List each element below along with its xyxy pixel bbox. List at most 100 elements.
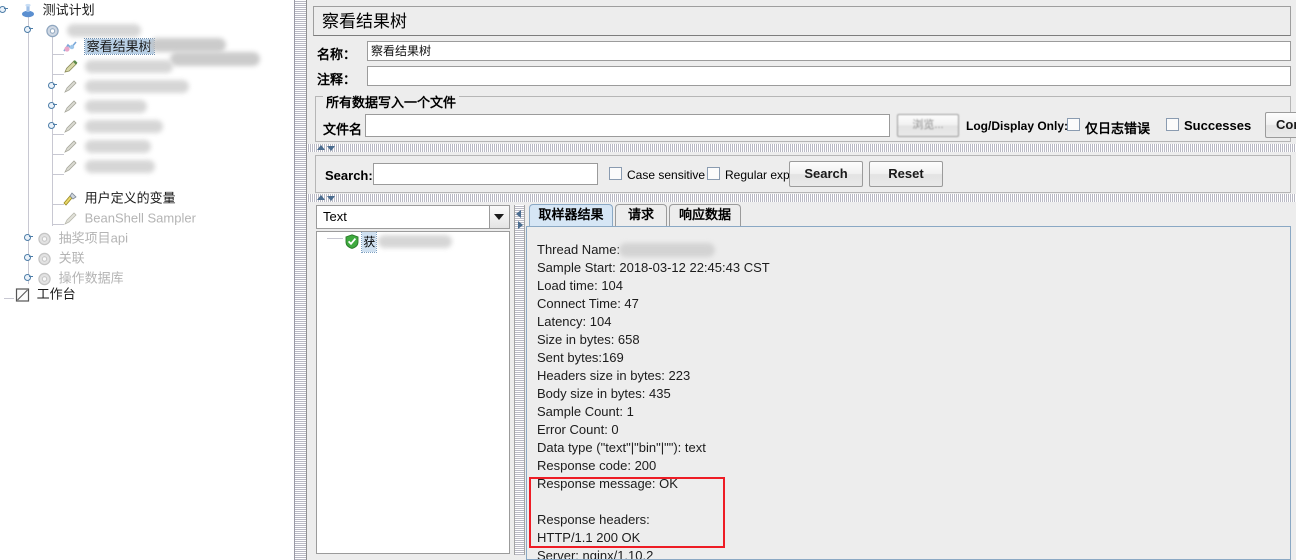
page-title: 察看结果树 bbox=[313, 6, 1291, 36]
splitter-arrows[interactable] bbox=[317, 144, 339, 152]
comment-input[interactable] bbox=[367, 66, 1291, 86]
tree-node-label: BeanShell Sampler bbox=[84, 210, 196, 226]
workbench-icon bbox=[14, 287, 31, 303]
view-results-tree-panel: 察看结果树 名称： 察看结果树 注释： 所有数据写入一个文件 文件名 浏览...… bbox=[306, 0, 1296, 560]
tree-node-blurred-3[interactable] bbox=[62, 96, 147, 116]
detail-line-connect-time: Connect Time: 47 bbox=[537, 296, 639, 311]
case-sensitive-checkbox[interactable] bbox=[609, 167, 622, 180]
collapse-down-arrow[interactable] bbox=[327, 196, 335, 201]
thread-name-value-blurred bbox=[619, 243, 715, 257]
tree-node-test-plan[interactable]: 测试计划 bbox=[20, 0, 95, 20]
tree-node-label: 用户定义的变量 bbox=[84, 190, 176, 206]
results-tree-list[interactable]: 获 bbox=[316, 231, 510, 554]
tree-node-blurred-5[interactable] bbox=[62, 136, 151, 156]
collapse-right-arrow[interactable] bbox=[518, 221, 523, 229]
browse-button[interactable]: 浏览... bbox=[897, 114, 959, 137]
collapse-down-arrow[interactable] bbox=[327, 146, 335, 151]
tree-node-blurred-1[interactable] bbox=[62, 56, 173, 76]
sampler-icon bbox=[62, 159, 79, 175]
comment-label: 注释： bbox=[317, 72, 357, 87]
reset-button[interactable]: Reset bbox=[869, 161, 943, 187]
collapse-up-arrow[interactable] bbox=[317, 145, 325, 150]
detail-line-response-headers: Response headers: bbox=[537, 512, 650, 527]
search-label: Search: bbox=[325, 168, 373, 183]
sampler-icon bbox=[62, 139, 79, 155]
configure-button[interactable]: Confi bbox=[1265, 112, 1296, 138]
tree-expand-handle-1[interactable] bbox=[46, 80, 57, 89]
case-sensitive-label: Case sensitive bbox=[627, 168, 706, 182]
tree-node-lottery-api[interactable]: 抽奖项目api bbox=[36, 228, 128, 248]
detail-line-error-count: Error Count: 0 bbox=[537, 422, 619, 437]
tree-node-correlation[interactable]: 关联 bbox=[36, 248, 85, 268]
tree-node-label: 关联 bbox=[58, 250, 85, 266]
detail-line-latency: Latency: 104 bbox=[537, 314, 612, 329]
sampler-icon bbox=[62, 79, 79, 95]
detail-line-thread-name: Thread Name: bbox=[537, 242, 621, 257]
tree-node-blurred-4[interactable] bbox=[62, 116, 163, 136]
tree-node-label-blurred bbox=[84, 80, 189, 94]
tree-node-view-results-tree[interactable]: 察看结果树 bbox=[62, 36, 155, 56]
results-split-divider[interactable] bbox=[514, 205, 525, 555]
detail-line-sample-start: Sample Start: 2018-03-12 22:45:43 CST bbox=[537, 260, 770, 275]
tree-node-beanshell-sampler[interactable]: BeanShell Sampler bbox=[62, 208, 196, 228]
tree-node-label-blurred bbox=[84, 160, 155, 174]
tree-node-workbench[interactable]: 工作台 bbox=[14, 284, 76, 304]
detail-line-body-size: Body size in bytes: 435 bbox=[537, 386, 671, 401]
detail-line-headers-size: Headers size in bytes: 223 bbox=[537, 368, 691, 383]
tree-node-overlay-blur bbox=[150, 38, 226, 52]
tree-node-user-defined-variables[interactable]: 用户定义的变量 bbox=[62, 188, 176, 208]
tree-expand-handle-3[interactable] bbox=[46, 120, 57, 129]
tree-node-blurred-6[interactable] bbox=[62, 156, 155, 176]
tree-node-blurred-2[interactable] bbox=[62, 76, 189, 96]
regular-exp-label: Regular exp. bbox=[725, 168, 794, 182]
detail-line-server: Server: nginx/1.10.2 bbox=[537, 548, 654, 560]
tree-expand-handle-threadgroup[interactable] bbox=[22, 24, 33, 33]
regular-exp-checkbox[interactable] bbox=[707, 167, 720, 180]
thread-group-icon bbox=[36, 251, 53, 267]
tree-guide-line bbox=[4, 298, 14, 299]
detail-line-response-message: Response message: OK bbox=[537, 476, 678, 491]
tree-node-label-blurred bbox=[84, 60, 173, 74]
detail-line-size-in-bytes: Size in bytes: 658 bbox=[537, 332, 640, 347]
detail-line-load-time: Load time: 104 bbox=[537, 278, 624, 293]
sampler-icon bbox=[62, 99, 79, 115]
collapse-up-arrow[interactable] bbox=[317, 195, 325, 200]
tree-expand-handle-5[interactable] bbox=[22, 252, 33, 261]
tree-expand-handle-root[interactable] bbox=[0, 4, 8, 13]
thread-group-icon bbox=[44, 23, 61, 39]
renderer-combo-value: Text bbox=[323, 209, 347, 224]
view-results-tree-icon bbox=[62, 39, 79, 55]
result-list-item-label: 获 bbox=[361, 232, 378, 253]
result-list-item[interactable]: 获 bbox=[345, 232, 452, 253]
detail-line-sample-count: Sample Count: 1 bbox=[537, 404, 634, 419]
splitter-top[interactable] bbox=[307, 144, 1296, 152]
chevron-down-icon[interactable] bbox=[489, 206, 509, 228]
splitter-arrows[interactable] bbox=[317, 194, 339, 202]
search-input[interactable] bbox=[373, 163, 598, 185]
tree-node-label: 抽奖项目api bbox=[58, 230, 128, 246]
tab-sampler-result[interactable]: 取样器结果 bbox=[529, 204, 613, 226]
tree-node-overlay-blur bbox=[170, 52, 260, 66]
pencil-icon bbox=[62, 59, 79, 75]
tree-expand-handle-4[interactable] bbox=[22, 232, 33, 241]
user-defined-variables-icon bbox=[62, 191, 79, 207]
sampler-result-pane[interactable]: Thread Name: Sample Start: 2018-03-12 22… bbox=[526, 226, 1291, 560]
search-button[interactable]: Search bbox=[789, 161, 863, 187]
tree-expand-handle-2[interactable] bbox=[46, 100, 57, 109]
log-display-only-label: Log/Display Only: bbox=[966, 119, 1069, 133]
collapse-left-arrow[interactable] bbox=[516, 210, 521, 218]
successes-checkbox[interactable] bbox=[1166, 118, 1179, 131]
tree-expand-handle-6[interactable] bbox=[22, 272, 33, 281]
filename-input[interactable] bbox=[365, 114, 890, 137]
errors-only-checkbox[interactable] bbox=[1067, 118, 1080, 131]
detail-line-sent-bytes: Sent bytes:169 bbox=[537, 350, 624, 365]
tab-response-data[interactable]: 响应数据 bbox=[669, 204, 741, 226]
tree-guide-line bbox=[28, 14, 29, 284]
tree-node-label: 工作台 bbox=[36, 286, 76, 302]
test-plan-tree-panel[interactable]: 测试计划 察看结果树 用户定义的变量 BeanShell Sampler 抽奖项… bbox=[0, 0, 294, 560]
splitter-mid[interactable] bbox=[307, 194, 1296, 202]
name-input[interactable]: 察看结果树 bbox=[367, 41, 1291, 61]
renderer-combo[interactable]: Text bbox=[316, 205, 510, 229]
tab-request[interactable]: 请求 bbox=[615, 204, 667, 226]
tree-node-label-blurred bbox=[84, 120, 163, 134]
